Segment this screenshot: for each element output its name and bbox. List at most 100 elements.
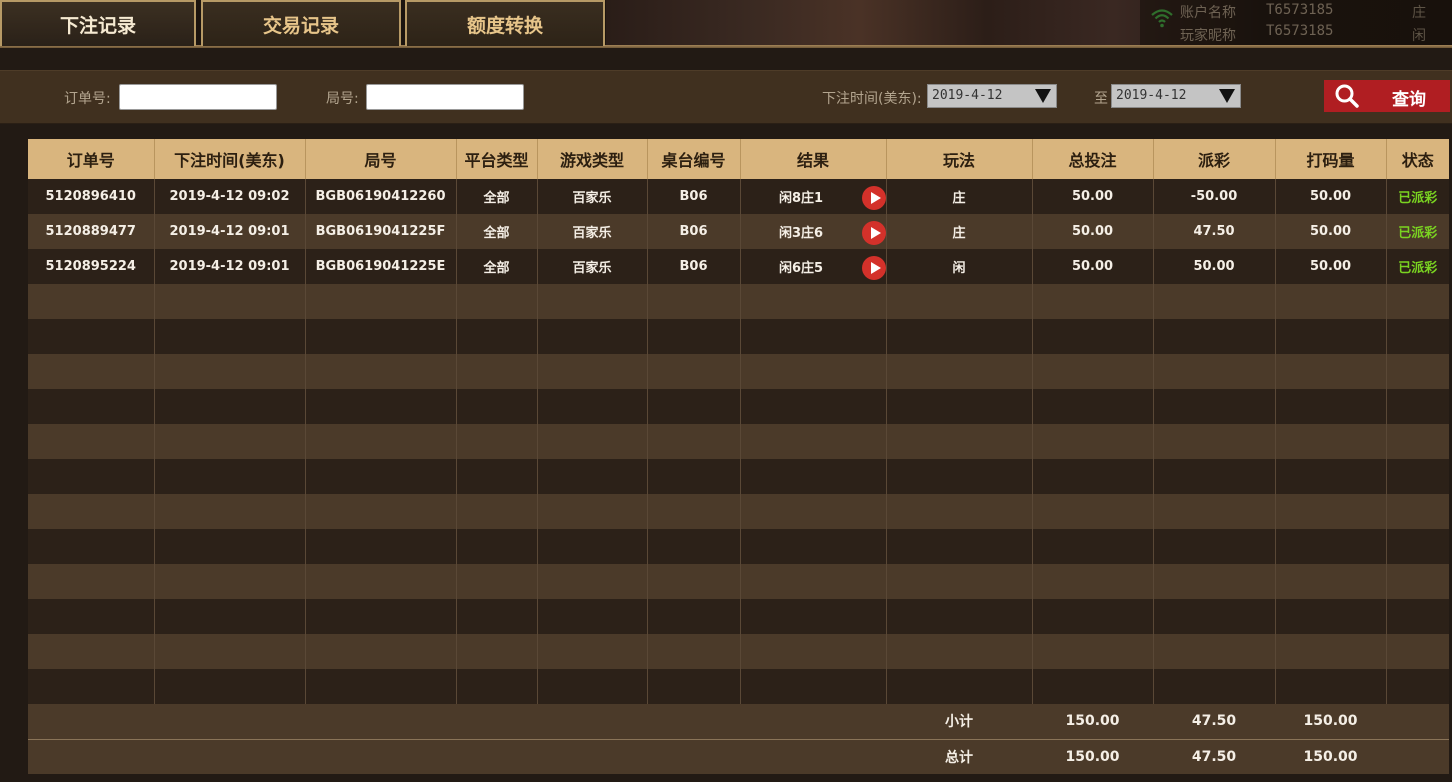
table-id-cell: B06: [647, 214, 741, 249]
bet-type-cell: 庄: [886, 179, 1033, 214]
empty-row: [28, 319, 1449, 354]
result-text: 闲3庄6: [778, 226, 824, 241]
column-header: 局号: [305, 139, 457, 179]
total-bet: 150.00: [1032, 739, 1153, 774]
search-icon: [1335, 84, 1359, 108]
play-replay-icon[interactable]: [861, 186, 886, 210]
subtotal-bet: 150.00: [1032, 704, 1153, 740]
table-row: 5120896410 2019-4-12 09:02 BGB0619041226…: [28, 179, 1449, 214]
total-valid: 150.00: [1275, 739, 1386, 774]
table-row: 5120889477 2019-4-12 09:01 BGB0619041225…: [28, 214, 1449, 249]
round-number-cell: BGB0619041225E: [305, 249, 457, 284]
column-header: 打码量: [1275, 139, 1387, 179]
query-button[interactable]: 查询: [1324, 80, 1450, 112]
total-row: 总计 150.00 47.50 150.00: [28, 739, 1449, 774]
empty-row: [28, 494, 1449, 529]
subtotal-valid: 150.00: [1275, 704, 1386, 740]
top-bar: 下注记录 交易记录 额度转换 账户名称 T6573185 庄 玩家昵称 T657…: [0, 0, 1452, 48]
left-rail: [0, 124, 28, 782]
column-header: 派彩: [1153, 139, 1276, 179]
date-to-select[interactable]: 2019-4-12: [1111, 84, 1241, 108]
payout-cell: 47.50: [1153, 214, 1276, 249]
tab-credit-transfer-label: 额度转换: [466, 14, 543, 37]
round-number-cell: BGB06190412260: [305, 179, 457, 214]
order-number-cell: 5120896410: [28, 179, 155, 214]
valid-bet-cell: 50.00: [1275, 249, 1387, 284]
table-id-cell: B06: [647, 179, 741, 214]
total-bet-cell: 50.00: [1032, 214, 1154, 249]
valid-bet-cell: 50.00: [1275, 179, 1387, 214]
nickname-value: T6573185: [1266, 23, 1334, 39]
order-number-cell: 5120889477: [28, 214, 155, 249]
total-bet-cell: 50.00: [1032, 249, 1154, 284]
column-header: 订单号: [28, 139, 155, 179]
bet-type-cell: 闲: [886, 249, 1033, 284]
platform-cell: 全部: [456, 249, 538, 284]
round-number-cell: BGB0619041225F: [305, 214, 457, 249]
empty-row: [28, 389, 1449, 424]
banker-side-label: 庄: [1412, 5, 1426, 21]
status-cell: 已派彩: [1386, 249, 1449, 284]
play-replay-icon[interactable]: [861, 256, 886, 280]
empty-row: [28, 354, 1449, 389]
tab-bet-records[interactable]: 下注记录: [0, 0, 196, 46]
date-to-value: 2019-4-12: [1116, 88, 1187, 103]
empty-row: [28, 284, 1449, 319]
bet-records-table: 订单号 下注时间(美东) 局号 平台类型 游戏类型 桌台编号 结果 玩法 总投注…: [28, 139, 1449, 774]
total-payout: 47.50: [1153, 739, 1275, 774]
payout-cell: -50.00: [1153, 179, 1276, 214]
tab-credit-transfer[interactable]: 额度转换: [405, 0, 605, 46]
bet-time-cell: 2019-4-12 09:01: [154, 214, 306, 249]
table-header-row: 订单号 下注时间(美东) 局号 平台类型 游戏类型 桌台编号 结果 玩法 总投注…: [28, 139, 1449, 179]
table-body: 5120896410 2019-4-12 09:02 BGB0619041226…: [28, 179, 1449, 704]
result-cell: 闲3庄6: [740, 214, 887, 249]
game-type-cell: 百家乐: [537, 179, 648, 214]
table-id-cell: B06: [647, 249, 741, 284]
dropdown-arrow-icon: [1219, 89, 1235, 103]
payout-cell: 50.00: [1153, 249, 1276, 284]
order-number-cell: 5120895224: [28, 249, 155, 284]
order-number-label: 订单号:: [64, 91, 111, 107]
empty-row: [28, 634, 1449, 669]
date-from-select[interactable]: 2019-4-12: [927, 84, 1057, 108]
column-header: 桌台编号: [647, 139, 741, 179]
column-header: 游戏类型: [537, 139, 648, 179]
order-number-input[interactable]: [119, 84, 277, 110]
subtotal-payout: 47.50: [1153, 704, 1275, 740]
column-header: 结果: [740, 139, 887, 179]
dropdown-arrow-icon: [1035, 89, 1051, 103]
account-info: 账户名称 T6573185 庄 玩家昵称 T6573185 闲: [1140, 0, 1452, 45]
status-cell: 已派彩: [1386, 179, 1449, 214]
account-name-label: 账户名称: [1180, 5, 1236, 21]
column-header: 下注时间(美东): [154, 139, 306, 179]
play-replay-icon[interactable]: [861, 221, 886, 245]
tab-transaction-records[interactable]: 交易记录: [201, 0, 401, 46]
round-number-input[interactable]: [366, 84, 524, 110]
date-from-value: 2019-4-12: [932, 88, 1003, 103]
search-bar: 订单号: 局号: 下注时间(美东): 2019-4-12 至 2019-4-12: [0, 70, 1452, 124]
bet-time-label: 下注时间(美东):: [822, 91, 922, 107]
empty-row: [28, 459, 1449, 494]
game-type-cell: 百家乐: [537, 214, 648, 249]
query-button-label: 查询: [1392, 90, 1426, 110]
table-row: 5120895224 2019-4-12 09:01 BGB0619041225…: [28, 249, 1449, 284]
platform-cell: 全部: [456, 214, 538, 249]
bet-type-cell: 庄: [886, 214, 1033, 249]
player-side-label: 闲: [1412, 28, 1426, 44]
bet-time-cell: 2019-4-12 09:02: [154, 179, 306, 214]
result-cell: 闲6庄5: [740, 249, 887, 284]
empty-row: [28, 599, 1449, 634]
empty-row: [28, 669, 1449, 704]
platform-cell: 全部: [456, 179, 538, 214]
tab-bet-records-label: 下注记录: [59, 14, 136, 37]
column-header: 玩法: [886, 139, 1033, 179]
bet-time-cell: 2019-4-12 09:01: [154, 249, 306, 284]
valid-bet-cell: 50.00: [1275, 214, 1387, 249]
result-text: 闲6庄5: [778, 261, 824, 276]
result-text: 闲8庄1: [778, 191, 824, 206]
nickname-label: 玩家昵称: [1180, 28, 1236, 44]
empty-row: [28, 529, 1449, 564]
subtotal-row: 小计 150.00 47.50 150.00: [28, 704, 1449, 740]
round-number-label: 局号:: [326, 91, 359, 107]
empty-row: [28, 564, 1449, 599]
